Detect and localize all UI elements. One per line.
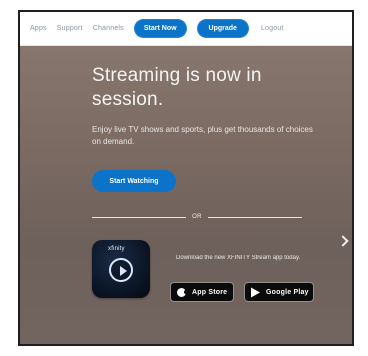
start-now-button[interactable]: Start Now <box>133 19 187 38</box>
download-text: Download the new XFINITY Stream app toda… <box>176 255 301 261</box>
browser-frame: Apps Support Channels Start Now Upgrade … <box>18 10 354 346</box>
google-play-label: Google Play <box>266 288 309 296</box>
or-divider: OR <box>92 212 302 222</box>
chevron-right-icon[interactable] <box>338 234 346 248</box>
play-icon <box>109 258 133 282</box>
upgrade-button[interactable]: Upgrade <box>196 19 249 38</box>
app-store-button[interactable]: App Store <box>170 282 234 302</box>
nav-link-channels[interactable]: Channels <box>93 25 124 32</box>
xfinity-stream-app-icon: xfinity <box>92 240 150 298</box>
start-watching-button[interactable]: Start Watching <box>92 170 176 192</box>
apple-icon <box>177 287 188 297</box>
app-store-label: App Store <box>192 288 228 296</box>
google-play-button[interactable]: Google Play <box>244 282 314 302</box>
google-play-icon <box>251 287 260 298</box>
divider-line-right <box>207 216 302 218</box>
hero-subhead: Enjoy live TV shows and sports, plus get… <box>92 125 313 146</box>
hero-headline-line-1: Streaming is now in <box>92 65 262 86</box>
logout-link[interactable]: Logout <box>261 25 284 32</box>
divider-line-left <box>92 216 187 218</box>
hero-headline-line-2: session. <box>92 89 164 110</box>
nav-link-apps[interactable]: Apps <box>30 25 47 32</box>
app-brand: xfinity <box>108 246 125 252</box>
hero-headline: Streaming is now in session. <box>92 64 332 112</box>
top-nav: Apps Support Channels Start Now Upgrade … <box>20 12 352 46</box>
nav-link-support[interactable]: Support <box>57 25 83 32</box>
divider-or-text: OR <box>192 214 202 220</box>
hero-content: Streaming is now in session. Enjoy live … <box>92 64 332 148</box>
